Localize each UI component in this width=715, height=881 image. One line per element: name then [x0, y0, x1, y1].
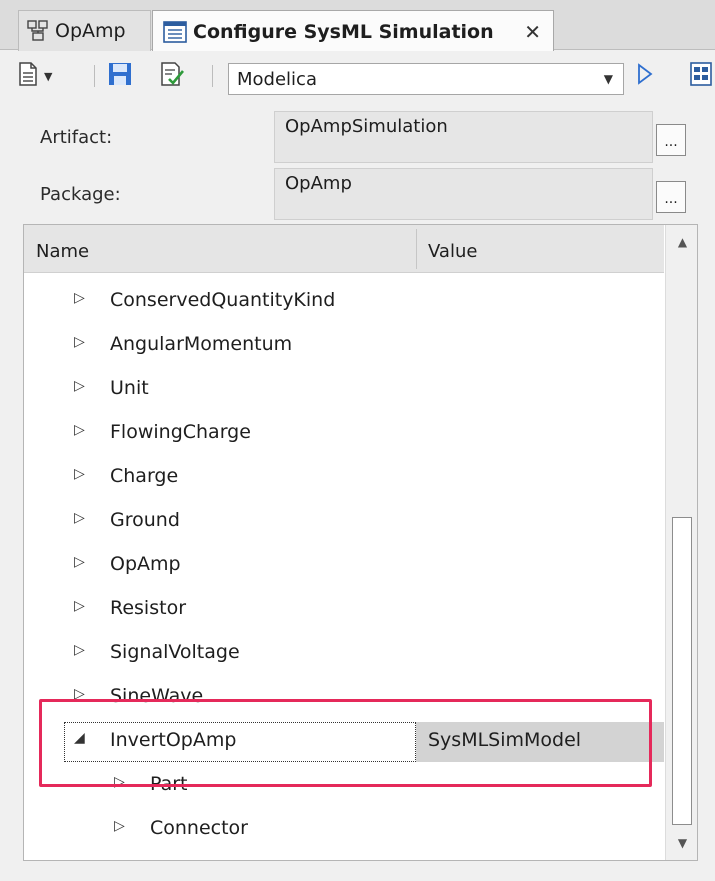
- expand-arrow-icon[interactable]: ▷: [74, 642, 85, 658]
- tree-row[interactable]: ▷ Resistor: [24, 588, 664, 632]
- toolbar-separator: [94, 65, 95, 87]
- tab-configure-label: Configure SysML Simulation: [193, 20, 494, 43]
- export-button[interactable]: [690, 59, 714, 93]
- run-icon: [637, 63, 653, 89]
- save-icon: [108, 62, 132, 90]
- tree-row[interactable]: ▷ Connector: [24, 808, 664, 852]
- scroll-up-icon[interactable]: ▲: [666, 227, 697, 257]
- package-browse-button[interactable]: ...: [656, 181, 686, 213]
- scroll-down-icon[interactable]: ▼: [666, 828, 697, 858]
- tree-row-label: Ground: [110, 509, 180, 531]
- tree-row[interactable]: ▷ Ground: [24, 500, 664, 544]
- new-document-icon: [18, 62, 38, 90]
- tab-opamp[interactable]: OpAmp: [18, 10, 151, 51]
- expand-arrow-icon[interactable]: ▷: [74, 510, 85, 526]
- artifact-field[interactable]: OpAmpSimulation: [274, 111, 653, 163]
- new-button[interactable]: ▼: [18, 59, 52, 93]
- expand-arrow-icon[interactable]: ▷: [74, 554, 85, 570]
- tree-row-label: Connector: [150, 817, 248, 839]
- column-divider[interactable]: [416, 229, 417, 269]
- expand-arrow-icon[interactable]: ▷: [74, 290, 85, 306]
- tab-configure-sysml-simulation[interactable]: Configure SysML Simulation ✕: [152, 10, 554, 52]
- expand-arrow-icon[interactable]: ▷: [74, 378, 85, 394]
- expand-arrow-icon[interactable]: ▷: [74, 686, 85, 702]
- diagram-icon: [27, 20, 49, 42]
- vertical-scrollbar[interactable]: ▲ ▼: [665, 225, 697, 860]
- column-header-name[interactable]: Name: [36, 241, 89, 262]
- tree-row-selected[interactable]: ◢ InvertOpAmp SysMLSimModel: [24, 720, 664, 764]
- grid-header: Name Value: [24, 225, 664, 273]
- tree-row[interactable]: ▷ FlowingCharge: [24, 412, 664, 456]
- expand-arrow-icon[interactable]: ▷: [74, 598, 85, 614]
- toolbar: ▼ Modelica ▼: [0, 51, 715, 101]
- expand-arrow-icon[interactable]: ▷: [74, 422, 85, 438]
- tab-strip: OpAmp Configure SysML Simulation ✕: [0, 0, 715, 52]
- export-icon: [690, 61, 714, 91]
- tree-row[interactable]: ▷ OpAmp: [24, 544, 664, 588]
- tree-row-label: Charge: [110, 465, 179, 487]
- document-icon: [163, 20, 187, 43]
- tree-row[interactable]: ▷ SineWave: [24, 676, 664, 720]
- tree-row-label: FlowingCharge: [110, 421, 251, 443]
- tree-row-label: ConservedQuantityKind: [110, 289, 336, 311]
- tree-row-label: OpAmp: [110, 553, 181, 575]
- close-icon[interactable]: ✕: [524, 20, 541, 44]
- simulation-form: Artifact: OpAmpSimulation ... Package: O…: [18, 101, 707, 221]
- tree-row-label: SineWave: [110, 685, 204, 707]
- package-row: Package: OpAmp ...: [18, 168, 707, 220]
- tree-row[interactable]: ▷ AngularMomentum: [24, 324, 664, 368]
- tree-row-label: Unit: [110, 377, 149, 399]
- expand-arrow-icon[interactable]: ▷: [114, 774, 125, 790]
- tree-row-label: Part: [150, 773, 188, 795]
- chevron-down-icon[interactable]: ▼: [44, 70, 52, 83]
- run-button[interactable]: [637, 59, 653, 93]
- expand-arrow-icon[interactable]: ▷: [74, 466, 85, 482]
- tree-row-label: Resistor: [110, 597, 186, 619]
- package-field[interactable]: OpAmp: [274, 168, 653, 220]
- validate-icon: [160, 62, 184, 90]
- tree-row-label: AngularMomentum: [110, 333, 293, 355]
- column-header-value[interactable]: Value: [428, 241, 477, 262]
- language-select[interactable]: Modelica ▼: [228, 63, 624, 95]
- artifact-label: Artifact:: [40, 127, 113, 148]
- tree-row-label: InvertOpAmp: [110, 729, 237, 751]
- tree-row[interactable]: ▷ ConservedQuantityKind: [24, 280, 664, 324]
- validate-button[interactable]: [160, 59, 184, 93]
- expand-arrow-icon[interactable]: ▷: [114, 818, 125, 834]
- tree-row-label: SignalVoltage: [110, 641, 240, 663]
- tree-row[interactable]: ▷ SignalVoltage: [24, 632, 664, 676]
- chevron-down-icon[interactable]: ▼: [604, 72, 613, 86]
- scrollbar-thumb[interactable]: [672, 517, 692, 825]
- expanded-arrow-icon[interactable]: ◢: [74, 730, 85, 746]
- tree-row[interactable]: ▷ Unit: [24, 368, 664, 412]
- tree-row-value[interactable]: SysMLSimModel: [428, 729, 581, 751]
- artifact-browse-button[interactable]: ...: [656, 124, 686, 156]
- toolbar-separator: [212, 65, 213, 87]
- expand-arrow-icon[interactable]: ▷: [74, 334, 85, 350]
- tree-row[interactable]: ▷ Part: [24, 764, 664, 808]
- save-button[interactable]: [108, 59, 132, 93]
- property-grid: Name Value ▷ ConservedQuantityKind ▷ Angula…: [23, 224, 698, 861]
- grid-rows: ▷ ConservedQuantityKind ▷ AngularMomentum ▷ U…: [24, 274, 664, 860]
- package-label: Package:: [40, 184, 121, 205]
- language-select-value: Modelica: [237, 68, 317, 90]
- tree-row[interactable]: ▷ Charge: [24, 456, 664, 500]
- tab-opamp-label: OpAmp: [55, 20, 126, 42]
- artifact-row: Artifact: OpAmpSimulation ...: [18, 111, 707, 163]
